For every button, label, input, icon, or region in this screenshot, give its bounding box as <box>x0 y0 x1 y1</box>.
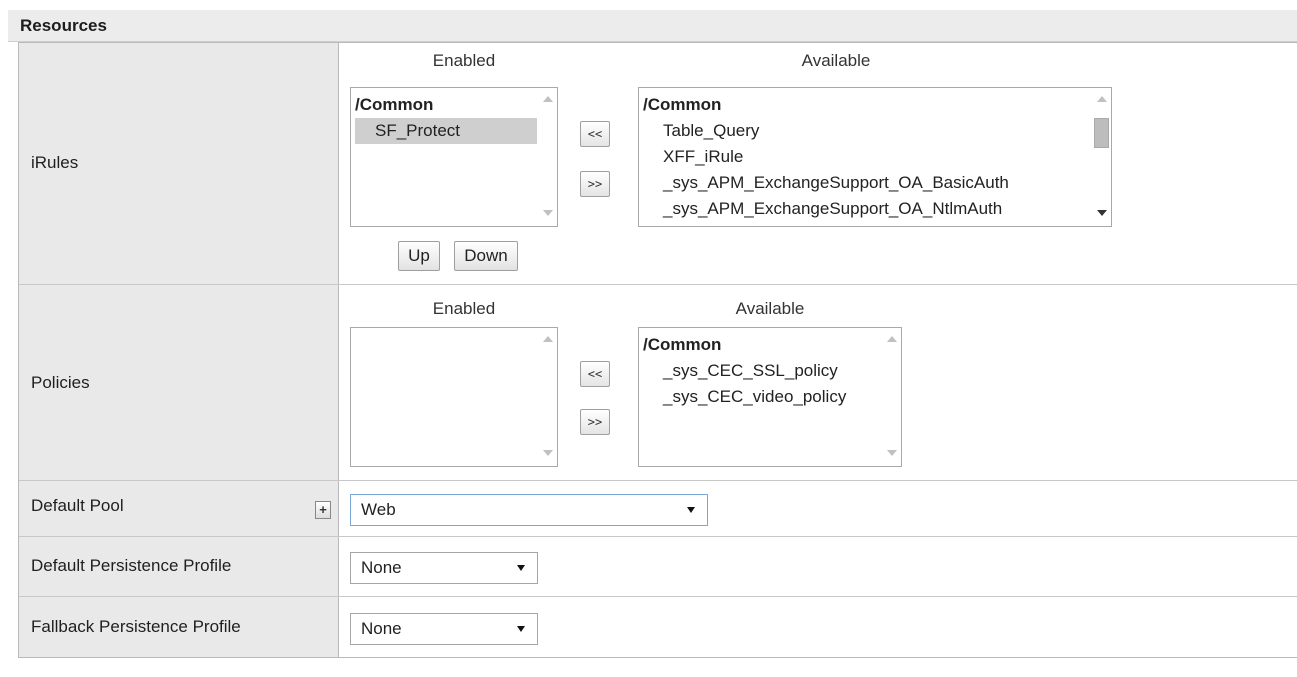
default-persistence-label: Default Persistence Profile <box>31 556 232 575</box>
policies-label-cell: Policies <box>19 285 339 480</box>
policies-available-listbox[interactable]: /Common _sys_CEC_SSL_policy _sys_CEC_video… <box>638 327 902 467</box>
scroll-up-icon <box>1097 96 1107 102</box>
list-item[interactable]: SF_Protect <box>355 118 537 144</box>
resources-table: iRules Enabled Available /Common SF_Prote… <box>18 42 1297 658</box>
irules-move-left-button[interactable]: << <box>580 121 610 147</box>
policies-move-left-button[interactable]: << <box>580 361 610 387</box>
scroll-down-icon <box>543 210 553 216</box>
irules-label-cell: iRules <box>19 43 339 284</box>
irules-available-items: /Common Table_Query XFF_iRule _sys_APM_Exch… <box>643 92 1091 222</box>
policies-move-right-button[interactable]: >> <box>580 409 610 435</box>
list-item[interactable]: _sys_CEC_video_policy <box>643 384 881 410</box>
scroll-down-icon <box>1097 210 1107 216</box>
scroll-thumb[interactable] <box>1094 118 1109 148</box>
policies-available-items: /Common _sys_CEC_SSL_policy _sys_CEC_video… <box>643 332 881 410</box>
default-persistence-content-cell: None <box>340 537 1297 596</box>
default-pool-select[interactable]: Web <box>350 494 708 526</box>
scroll-up-icon <box>543 336 553 342</box>
policies-label: Policies <box>31 373 90 392</box>
list-item[interactable]: _sys_APM_ExchangeSupport_OA_BasicAuth <box>643 170 1091 196</box>
policies-enabled-listbox[interactable] <box>350 327 558 467</box>
irules-enabled-listbox[interactable]: /Common SF_Protect <box>350 87 558 227</box>
policies-content-cell: Enabled Available << >> /Common _sys_CEC_… <box>340 285 1297 480</box>
chevron-down-icon <box>687 507 695 513</box>
default-pool-label: Default Pool <box>31 496 124 515</box>
down-button[interactable]: Down <box>454 241 518 271</box>
fallback-persistence-label-cell: Fallback Persistence Profile <box>19 597 339 657</box>
policies-row: Policies Enabled Available << >> /Common… <box>19 285 1297 481</box>
section-title: Resources <box>8 10 1297 42</box>
up-button[interactable]: Up <box>398 241 440 271</box>
list-group-header[interactable]: /Common <box>643 332 881 358</box>
policies-available-header: Available <box>735 299 805 318</box>
chevron-down-icon <box>517 626 525 632</box>
policies-enabled-scrollbar[interactable] <box>539 328 557 466</box>
fallback-persistence-label: Fallback Persistence Profile <box>31 617 241 636</box>
list-item[interactable]: _sys_APM_ExchangeSupport_OA_NtlmAuth <box>643 196 1091 222</box>
irules-label: iRules <box>31 153 79 172</box>
list-group-header[interactable]: /Common <box>355 92 537 118</box>
scroll-up-icon <box>543 96 553 102</box>
irules-enabled-header: Enabled <box>432 51 496 70</box>
irules-available-scrollbar[interactable] <box>1093 88 1111 226</box>
default-pool-label-cell: Default Pool + <box>19 481 339 536</box>
irules-enabled-scrollbar[interactable] <box>539 88 557 226</box>
irules-available-header: Available <box>801 51 871 70</box>
default-pool-content-cell: Web <box>340 481 1297 536</box>
list-item[interactable]: XFF_iRule <box>643 144 1091 170</box>
default-persistence-select[interactable]: None <box>350 552 538 584</box>
scroll-up-icon <box>887 336 897 342</box>
add-pool-button[interactable]: + <box>315 501 331 519</box>
default-persistence-value: None <box>361 558 402 577</box>
policies-available-scrollbar[interactable] <box>883 328 901 466</box>
irules-enabled-items: /Common SF_Protect <box>355 92 537 144</box>
default-persistence-row: Default Persistence Profile None <box>19 537 1297 597</box>
fallback-persistence-row: Fallback Persistence Profile None <box>19 597 1297 657</box>
policies-enabled-header: Enabled <box>432 299 496 318</box>
irules-move-right-button[interactable]: >> <box>580 171 610 197</box>
default-pool-value: Web <box>361 500 396 519</box>
fallback-persistence-content-cell: None <box>340 597 1297 657</box>
chevron-down-icon <box>517 565 525 571</box>
list-item[interactable]: Table_Query <box>643 118 1091 144</box>
default-pool-row: Default Pool + Web <box>19 481 1297 537</box>
fallback-persistence-select[interactable]: None <box>350 613 538 645</box>
default-persistence-label-cell: Default Persistence Profile <box>19 537 339 596</box>
irules-content-cell: Enabled Available /Common SF_Protect << >… <box>340 43 1297 284</box>
fallback-persistence-value: None <box>361 619 402 638</box>
scroll-down-icon <box>887 450 897 456</box>
irules-available-listbox[interactable]: /Common Table_Query XFF_iRule _sys_APM_Exch… <box>638 87 1112 227</box>
irules-row: iRules Enabled Available /Common SF_Prote… <box>19 43 1297 285</box>
list-item[interactable]: _sys_CEC_SSL_policy <box>643 358 881 384</box>
scroll-down-icon <box>543 450 553 456</box>
list-group-header[interactable]: /Common <box>643 92 1091 118</box>
